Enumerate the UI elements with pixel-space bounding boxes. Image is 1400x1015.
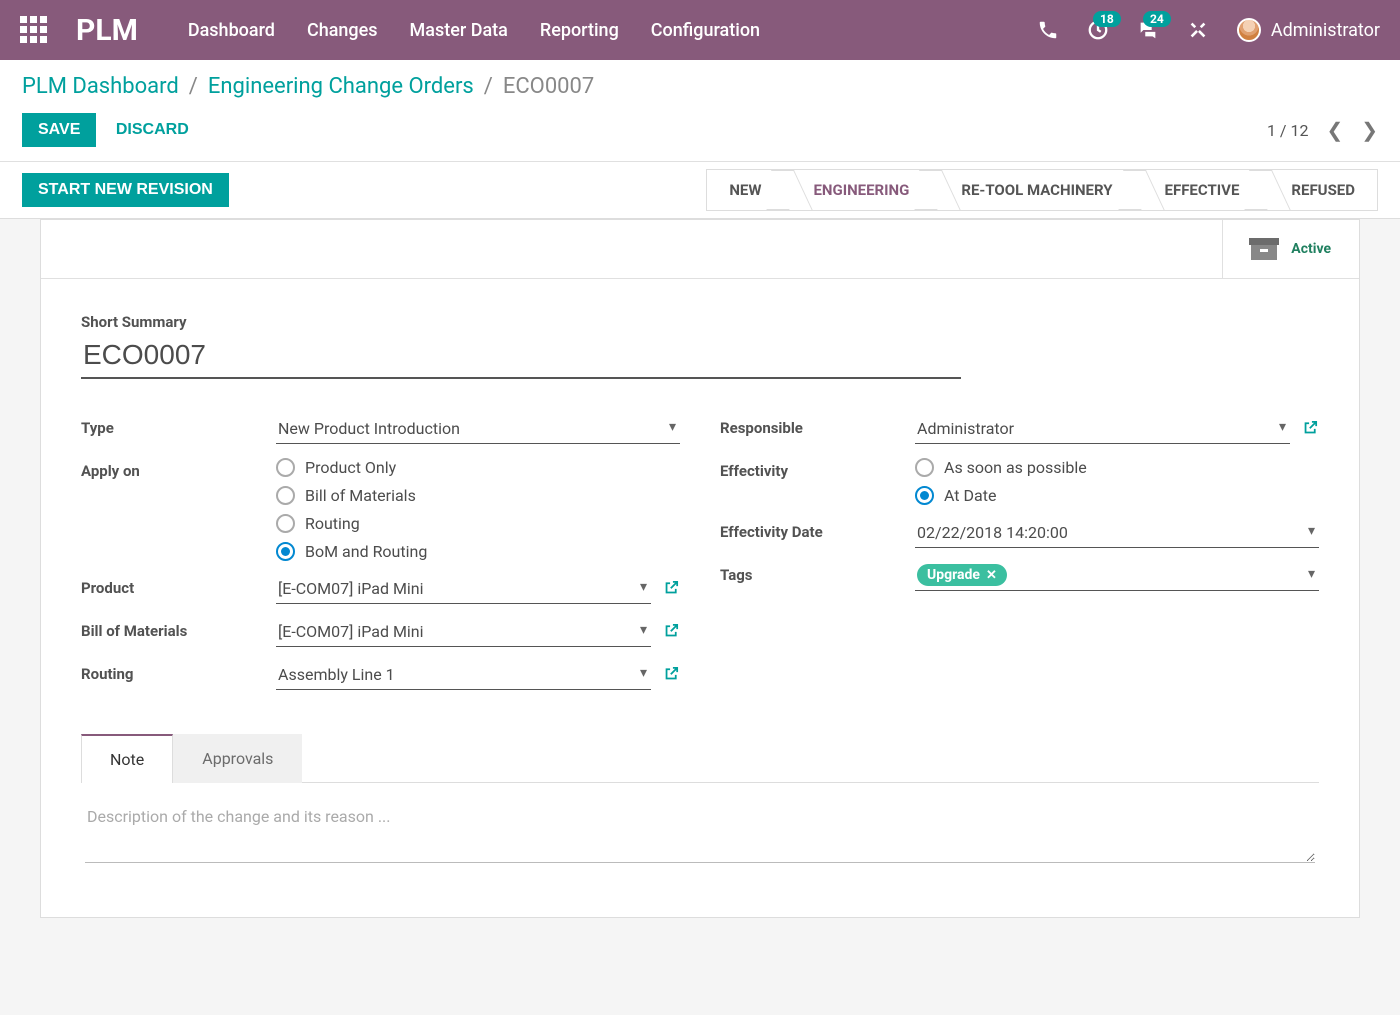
external-link-icon[interactable] bbox=[663, 665, 680, 686]
summary-input[interactable] bbox=[81, 335, 961, 379]
crumb-current: ECO0007 bbox=[503, 74, 594, 99]
active-label: Active bbox=[1291, 241, 1331, 257]
radio-bom-routing[interactable]: BoM and Routing bbox=[276, 542, 680, 561]
active-toggle[interactable]: Active bbox=[1222, 220, 1359, 278]
avatar bbox=[1237, 18, 1261, 42]
status-stages: NEW ENGINEERING RE-TOOL MACHINERY EFFECT… bbox=[706, 169, 1378, 211]
nav-reporting[interactable]: Reporting bbox=[540, 20, 619, 41]
radio-icon bbox=[276, 486, 295, 505]
effectivity-label: Effectivity bbox=[720, 458, 915, 480]
status-bar: START NEW REVISION NEW ENGINEERING RE-TO… bbox=[0, 162, 1400, 219]
radio-icon bbox=[915, 486, 934, 505]
nav-right: 18 24 Administrator bbox=[1037, 18, 1380, 42]
type-select[interactable]: New Product Introduction bbox=[276, 415, 680, 444]
nav-configuration[interactable]: Configuration bbox=[651, 20, 760, 41]
stage-retool[interactable]: RE-TOOL MACHINERY bbox=[931, 169, 1134, 211]
note-textarea[interactable] bbox=[85, 803, 1315, 863]
discuss-badge: 24 bbox=[1143, 11, 1171, 27]
breadcrumb: PLM Dashboard / Engineering Change Order… bbox=[22, 74, 1378, 99]
pager-prev-icon[interactable]: ❮ bbox=[1326, 118, 1343, 142]
tabs: Note Approvals bbox=[81, 734, 1319, 783]
form-sheet: Active Short Summary Type New Product In… bbox=[40, 219, 1360, 918]
control-bar: PLM Dashboard / Engineering Change Order… bbox=[0, 60, 1400, 162]
radio-product-only[interactable]: Product Only bbox=[276, 458, 680, 477]
external-link-icon[interactable] bbox=[1302, 419, 1319, 440]
nav-master-data[interactable]: Master Data bbox=[410, 20, 508, 41]
product-label: Product bbox=[81, 575, 276, 597]
crumb-sep: / bbox=[484, 74, 493, 99]
eff-date-label: Effectivity Date bbox=[720, 519, 915, 541]
radio-asap[interactable]: As soon as possible bbox=[915, 458, 1319, 477]
tags-label: Tags bbox=[720, 562, 915, 584]
tab-note[interactable]: Note bbox=[81, 734, 173, 783]
brand[interactable]: PLM bbox=[76, 13, 138, 48]
activity-badge: 18 bbox=[1093, 11, 1121, 27]
archive-icon bbox=[1251, 238, 1277, 260]
apply-on-label: Apply on bbox=[81, 458, 276, 480]
stage-new[interactable]: NEW bbox=[706, 169, 783, 211]
nav-menu: Dashboard Changes Master Data Reporting … bbox=[188, 20, 760, 41]
routing-select[interactable]: Assembly Line 1 bbox=[276, 661, 651, 690]
summary-label: Short Summary bbox=[81, 313, 1319, 331]
nav-dashboard[interactable]: Dashboard bbox=[188, 20, 275, 41]
radio-icon bbox=[276, 542, 295, 561]
nav-changes[interactable]: Changes bbox=[307, 20, 378, 41]
crumb-mid[interactable]: Engineering Change Orders bbox=[208, 74, 474, 99]
discard-button[interactable]: DISCARD bbox=[100, 113, 205, 147]
start-revision-button[interactable]: START NEW REVISION bbox=[22, 173, 229, 207]
external-link-icon[interactable] bbox=[663, 622, 680, 643]
pager: 1 / 12 ❮ ❯ bbox=[1267, 118, 1378, 142]
type-label: Type bbox=[81, 415, 276, 437]
top-nav: PLM Dashboard Changes Master Data Report… bbox=[0, 0, 1400, 60]
crumb-sep: / bbox=[189, 74, 198, 99]
routing-label: Routing bbox=[81, 661, 276, 683]
bom-select[interactable]: [E-COM07] iPad Mini bbox=[276, 618, 651, 647]
phone-icon[interactable] bbox=[1037, 19, 1059, 41]
pager-text: 1 / 12 bbox=[1267, 121, 1309, 140]
eff-date-input[interactable]: 02/22/2018 14:20:00 bbox=[915, 519, 1319, 548]
user-name: Administrator bbox=[1271, 20, 1380, 41]
crumb-root[interactable]: PLM Dashboard bbox=[22, 74, 179, 99]
save-button[interactable]: SAVE bbox=[22, 113, 96, 147]
responsible-select[interactable]: Administrator bbox=[915, 415, 1290, 444]
radio-at-date[interactable]: At Date bbox=[915, 486, 1319, 505]
tags-field[interactable]: Upgrade ✕ bbox=[915, 562, 1319, 591]
radio-bom[interactable]: Bill of Materials bbox=[276, 486, 680, 505]
responsible-label: Responsible bbox=[720, 415, 915, 437]
bom-label: Bill of Materials bbox=[81, 618, 276, 640]
discuss-icon[interactable]: 24 bbox=[1137, 19, 1159, 41]
radio-icon bbox=[276, 458, 295, 477]
tag-remove-icon[interactable]: ✕ bbox=[986, 568, 997, 583]
external-link-icon[interactable] bbox=[663, 579, 680, 600]
user-menu[interactable]: Administrator bbox=[1237, 18, 1380, 42]
tools-icon[interactable] bbox=[1187, 19, 1209, 41]
tag-upgrade: Upgrade ✕ bbox=[917, 564, 1007, 586]
apps-icon[interactable] bbox=[20, 16, 48, 44]
radio-icon bbox=[276, 514, 295, 533]
activity-icon[interactable]: 18 bbox=[1087, 19, 1109, 41]
product-select[interactable]: [E-COM07] iPad Mini bbox=[276, 575, 651, 604]
radio-routing[interactable]: Routing bbox=[276, 514, 680, 533]
tab-approvals[interactable]: Approvals bbox=[173, 734, 302, 783]
pager-next-icon[interactable]: ❯ bbox=[1361, 118, 1378, 142]
radio-icon bbox=[915, 458, 934, 477]
